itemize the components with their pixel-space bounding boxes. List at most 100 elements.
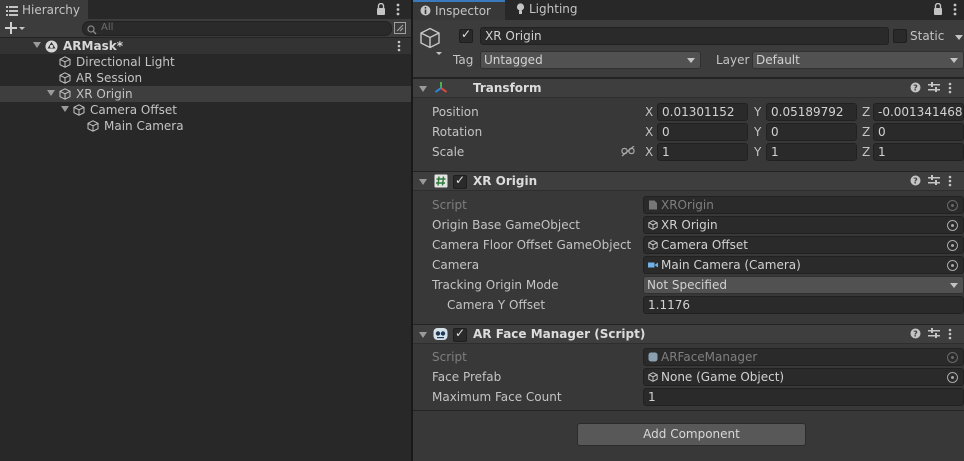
help-icon[interactable]: ? [910,328,921,342]
scale-z-field[interactable]: 1 [873,143,964,161]
tree-item-directional-light[interactable]: Directional Light [0,54,411,70]
script-label: Script [432,350,467,364]
more-options-icon[interactable] [948,328,952,343]
component-header-icons: ? [910,327,960,343]
gameobject-cube-icon [648,370,658,382]
tracking-mode-label: Tracking Origin Mode [432,278,559,292]
tab-inspector-label: Inspector [435,4,491,18]
script-label: Script [432,198,467,212]
object-picker-icon[interactable] [947,240,958,251]
tracking-mode-dropdown[interactable]: Not Specified [643,276,964,294]
tree-item-xr-origin[interactable]: XR Origin [0,86,411,102]
object-picker-icon[interactable] [947,372,958,383]
position-y-field[interactable]: 0.05189792 [766,103,857,121]
layer-dropdown[interactable]: Default [752,51,964,69]
origin-base-field[interactable]: XR Origin [643,216,964,234]
chevron-down-icon [950,283,958,288]
tree-item-label: AR Session [76,71,143,85]
more-options-icon[interactable] [948,82,952,97]
object-picker-icon[interactable] [947,260,958,271]
add-icon[interactable] [5,22,25,38]
static-label: Static [910,29,945,43]
xr-origin-enabled-checkbox[interactable]: ✓ [453,173,467,189]
hierarchy-toolbar: All [0,19,411,38]
inspector-tab-bar: Inspector Lighting [413,0,964,20]
camera-value: Main Camera (Camera) [661,258,801,272]
transform-header[interactable]: Transform ? [413,78,964,98]
lock-icon[interactable] [933,2,943,18]
more-options-icon[interactable] [396,3,400,19]
tab-inspector[interactable]: Inspector [413,0,505,20]
lock-icon[interactable] [376,2,386,18]
preset-icon[interactable] [928,328,940,342]
tab-hierarchy[interactable]: Hierarchy [0,0,88,19]
tab-lighting-label: Lighting [529,2,578,16]
tag-dropdown[interactable]: Untagged [480,51,701,69]
ar-face-manager-enabled-checkbox[interactable]: ✓ [453,326,467,342]
fold-arrow-icon[interactable] [419,86,427,92]
fold-arrow-icon[interactable] [419,179,427,185]
fold-arrow-icon[interactable] [419,332,427,338]
more-options-icon[interactable] [948,175,952,190]
static-dropdown-icon[interactable] [955,35,963,40]
axis-y-label: Y [754,105,762,119]
scale-x-field[interactable]: 1 [657,143,748,161]
static-checkbox[interactable] [893,29,907,43]
xr-origin-header[interactable]: ✓ XR Origin ? [413,171,964,191]
fold-arrow-icon[interactable] [47,90,55,96]
camera-label: Camera [432,258,480,272]
tab-lighting[interactable]: Lighting [507,0,589,20]
tab-hierarchy-label: Hierarchy [22,3,81,17]
script-value: XROrigin [661,198,714,212]
object-picker-icon[interactable] [947,220,958,231]
help-icon[interactable]: ? [910,82,921,96]
position-z-field[interactable]: -0.001341468 [873,103,964,121]
tree-item-main-camera[interactable]: Main Camera [0,118,411,134]
tree-item-camera-offset[interactable]: Camera Offset [0,102,411,118]
xr-origin-title: XR Origin [473,174,538,188]
script-file-icon [648,198,658,210]
position-x-field[interactable]: 0.01301152 [657,103,748,121]
section-divider [413,410,964,411]
axis-y-label: Y [754,125,762,139]
tree-item-label: XR Origin [76,87,133,101]
rotation-y-field[interactable]: 0 [766,123,857,141]
tree-item-ar-session[interactable]: AR Session [0,70,411,86]
camera-floor-field[interactable]: Camera Offset [643,236,964,254]
add-component-button[interactable]: Add Component [577,423,806,446]
search-filter-icon[interactable] [394,22,406,37]
max-face-count-field[interactable]: 1 [643,388,964,406]
origin-base-label: Origin Base GameObject [432,218,580,232]
preset-icon[interactable] [928,82,940,96]
more-options-icon[interactable] [953,3,957,19]
tree-item-label: Main Camera [104,119,184,133]
rotation-x-field[interactable]: 0 [657,123,748,141]
script-hash-icon [434,174,448,191]
fold-arrow-icon[interactable] [33,42,41,48]
axis-x-label: X [645,105,654,119]
face-prefab-field[interactable]: None (Game Object) [643,368,964,386]
axis-x-label: X [645,145,654,159]
preset-icon[interactable] [928,175,940,189]
help-icon[interactable]: ? [910,175,921,189]
hierarchy-panel: Hierarchy All ARMask* Directional Light … [0,0,411,461]
fold-arrow-icon[interactable] [61,106,69,112]
object-name-field[interactable]: XR Origin [480,27,889,45]
svg-text:?: ? [913,83,918,92]
rotation-z-field[interactable]: 0 [873,123,964,141]
constrain-proportions-icon[interactable] [621,145,635,160]
ar-face-manager-header[interactable]: ✓ AR Face Manager (Script) ? [413,324,964,344]
gameobject-cube-icon [87,120,99,132]
active-checkbox[interactable]: ✓ [459,27,473,43]
object-picker-icon [947,352,958,363]
camera-field[interactable]: Main Camera (Camera) [643,256,964,274]
tracking-mode-value: Not Specified [647,278,727,292]
scene-row[interactable]: ARMask* [0,38,411,54]
gameobject-large-icon[interactable] [419,27,445,60]
search-placeholder: All [101,22,114,33]
scene-more-icon[interactable] [397,40,401,55]
camera-y-offset-field[interactable]: 1.1176 [643,296,964,314]
search-icon [87,24,98,38]
scale-y-field[interactable]: 1 [766,143,857,161]
hierarchy-search-input[interactable]: All [82,21,392,36]
